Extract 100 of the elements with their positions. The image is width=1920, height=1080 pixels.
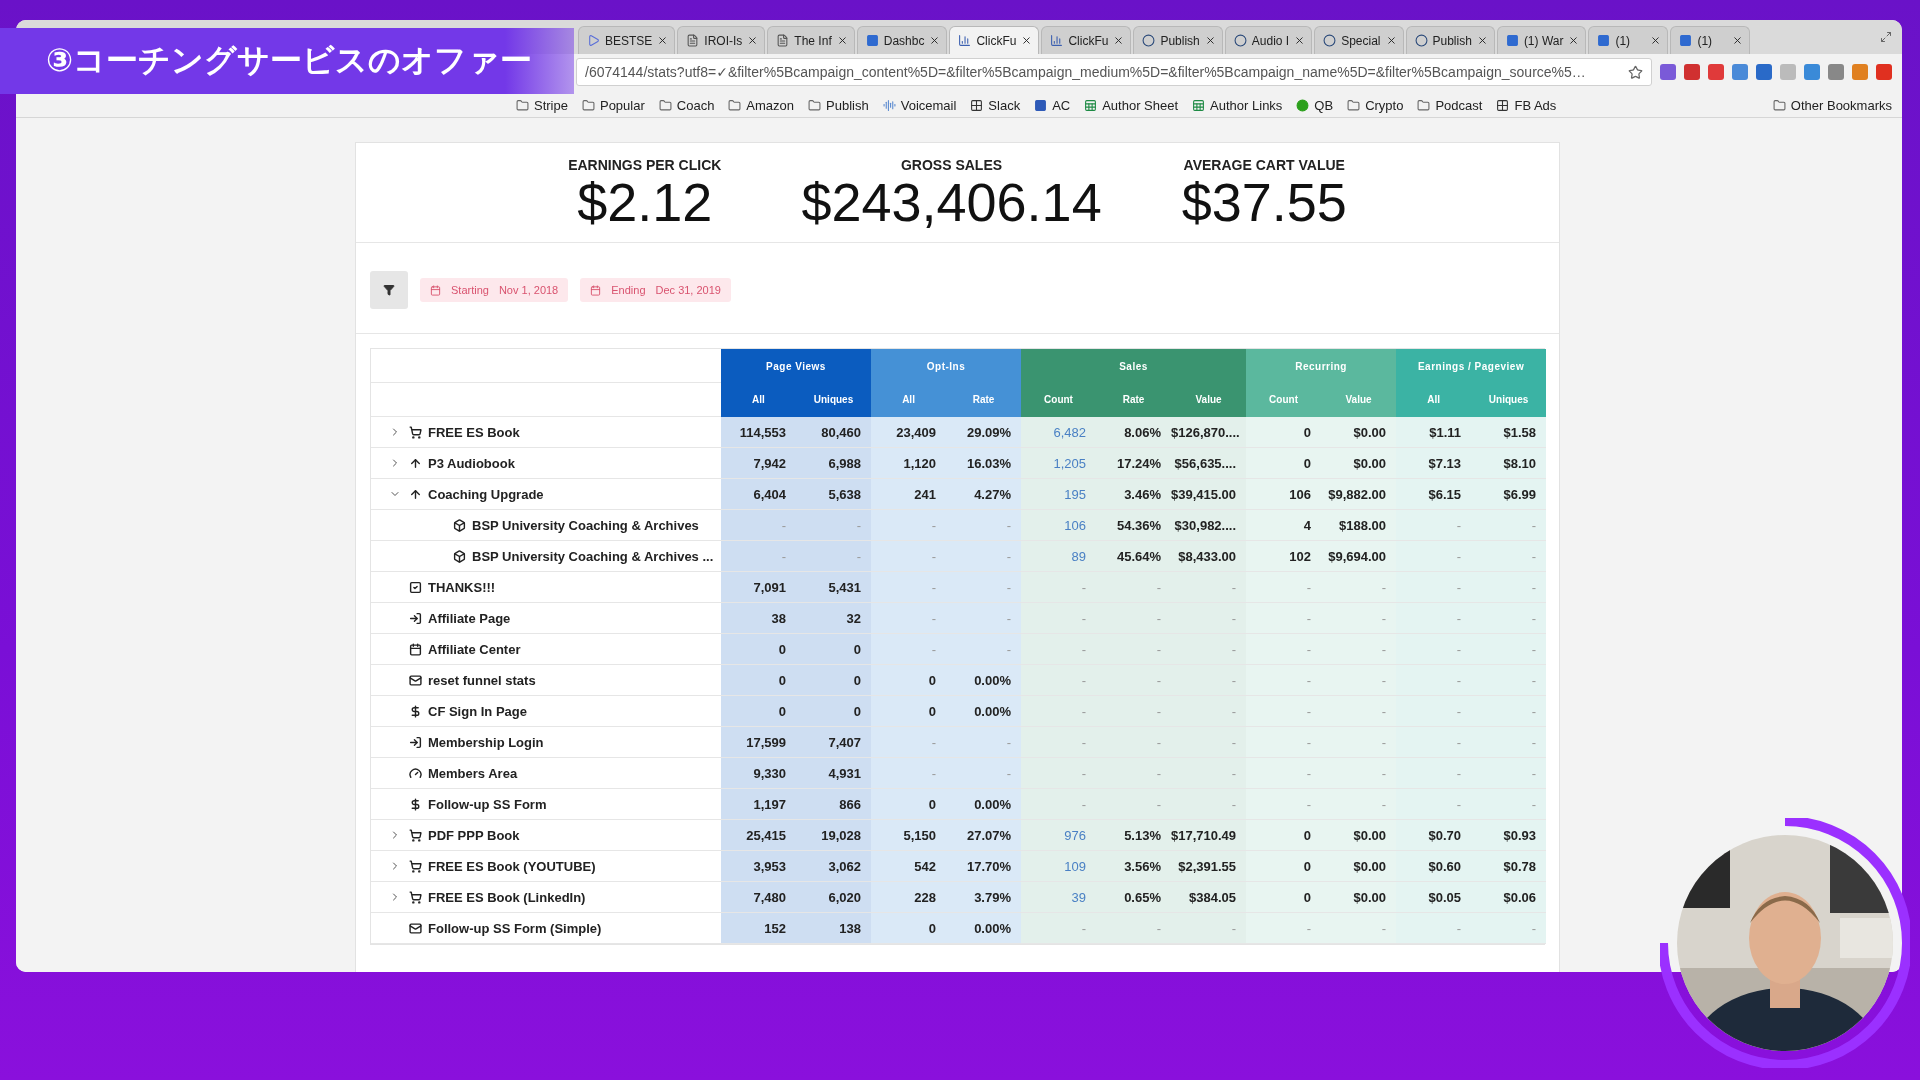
bookmark-item[interactable]: Popular	[581, 98, 645, 113]
close-icon[interactable]	[1113, 35, 1125, 46]
bookmark-item[interactable]: QB	[1296, 98, 1334, 113]
column-header[interactable]: Uniques	[796, 382, 871, 417]
browser-tab[interactable]: ClickFu	[1041, 26, 1132, 54]
browser-tab[interactable]: Audio I	[1224, 26, 1313, 54]
other-bookmarks[interactable]: Other Bookmarks	[1772, 98, 1892, 113]
funnel-step-name: reset funnel stats	[428, 672, 536, 688]
sign-in-icon	[409, 735, 422, 749]
table-cell: -	[1396, 664, 1472, 696]
table-cell: 23,409	[871, 416, 946, 448]
bookmark-item[interactable]: FB Ads	[1496, 98, 1557, 113]
table-cell: 0	[871, 664, 946, 696]
table-cell: 138	[796, 912, 871, 944]
close-icon[interactable]	[836, 35, 848, 46]
table-cell: -	[1321, 757, 1397, 789]
browser-tab[interactable]: (1)	[1588, 26, 1669, 54]
browser-tab[interactable]: (1)	[1670, 26, 1751, 54]
close-icon[interactable]	[747, 35, 759, 46]
bookmark-star-icon[interactable]	[1628, 64, 1643, 80]
dollar-icon	[409, 704, 422, 718]
table-cell: 25,415	[721, 819, 796, 851]
fullscreen-icon[interactable]	[1880, 31, 1892, 43]
bookmark-item[interactable]: Author Sheet	[1084, 98, 1179, 113]
table-cell: -	[1471, 726, 1547, 758]
bookmark-item[interactable]: Crypto	[1347, 98, 1404, 113]
arrow-up-icon	[409, 487, 422, 501]
column-group-header: Recurring	[1246, 349, 1397, 383]
close-icon[interactable]	[1568, 35, 1580, 46]
funnel-step-name: FREE ES Book (YOUTUBE)	[428, 858, 596, 874]
table-cell: 39	[1021, 881, 1096, 913]
column-header[interactable]: Count	[1021, 382, 1096, 417]
address-field[interactable]: /6074144/stats?utf8=✓&filter%5Bcampaign_content%5D=&filter%5Bcampaign_medium%5D=&filter%5Bcampaign_name%5D=&filter%5Bcampaign_source%5…	[576, 58, 1652, 86]
bookmark-item[interactable]: Stripe	[516, 98, 568, 113]
table-cell: 109	[1021, 850, 1096, 882]
calendar-icon	[430, 284, 441, 296]
column-header[interactable]: Rate	[1096, 382, 1171, 417]
bookmark-item[interactable]: Podcast	[1417, 98, 1483, 113]
dollar-icon	[409, 797, 422, 811]
table-cell: 38	[721, 602, 796, 634]
close-icon[interactable]	[1476, 35, 1488, 46]
column-header[interactable]: All	[721, 382, 796, 417]
close-icon[interactable]	[1204, 35, 1216, 46]
table-cell: -	[1096, 602, 1171, 634]
table-cell: $9,694.00	[1321, 540, 1397, 572]
close-icon[interactable]	[1732, 35, 1744, 46]
cart-icon	[409, 859, 422, 873]
folder-icon	[1347, 99, 1361, 112]
table-cell: 17.70%	[946, 850, 1021, 882]
bookmark-item[interactable]: Slack	[970, 98, 1021, 113]
browser-tab[interactable]: (1) War	[1496, 26, 1587, 54]
table-cell: -	[1246, 912, 1322, 944]
bookmark-item[interactable]: Amazon	[728, 98, 795, 113]
browser-tab[interactable]: Special	[1314, 26, 1404, 54]
close-icon[interactable]	[1385, 35, 1397, 46]
browser-tab[interactable]: IROI-Is	[677, 26, 766, 54]
table-cell: -	[1321, 912, 1397, 944]
browser-tab[interactable]: The Inf	[767, 26, 855, 54]
table-cell: $0.00	[1321, 881, 1397, 913]
table-cell: -	[721, 540, 796, 572]
bookmark-item[interactable]: Publish	[808, 98, 869, 113]
table-cell: -	[1471, 912, 1547, 944]
table-cell: 0	[796, 633, 871, 665]
table-cell: -	[1321, 571, 1397, 603]
bookmark-item[interactable]: AC	[1034, 98, 1071, 113]
table-cell: -	[796, 540, 871, 572]
close-icon[interactable]	[1650, 35, 1662, 46]
table-cell: $17,710.49	[1171, 819, 1247, 851]
table-cell: -	[1321, 664, 1397, 696]
bookmark-item[interactable]: Author Links	[1192, 98, 1283, 113]
browser-tab[interactable]: Publish	[1133, 26, 1223, 54]
table-cell: 152	[721, 912, 796, 944]
table-cell: -	[1171, 912, 1247, 944]
bookmark-item[interactable]: Coach	[658, 98, 715, 113]
browser-tab[interactable]: Dashbc	[856, 26, 948, 54]
close-icon[interactable]	[929, 35, 941, 46]
table-cell: $126,870....	[1171, 416, 1247, 448]
table-cell: $0.00	[1321, 416, 1397, 448]
filter-button[interactable]	[370, 271, 408, 310]
table-cell: -	[1396, 571, 1472, 603]
column-header[interactable]: Value	[1171, 382, 1247, 417]
browser-tab[interactable]: BESTSE	[578, 26, 676, 54]
browser-tab[interactable]: Publish	[1405, 26, 1495, 54]
folder-icon	[581, 99, 595, 112]
play-icon	[587, 34, 600, 47]
table-cell: $384.05	[1171, 881, 1247, 913]
browser-tab[interactable]: ClickFu	[949, 26, 1040, 54]
funnel-step-name: Follow-up SS Form (Simple)	[428, 920, 602, 936]
table-cell: 9,330	[721, 757, 796, 789]
close-icon[interactable]	[1021, 35, 1033, 46]
table-cell: -	[871, 633, 946, 665]
close-icon[interactable]	[657, 35, 669, 46]
close-icon[interactable]	[1294, 35, 1306, 46]
table-cell: -	[1396, 509, 1472, 541]
square-icon	[1034, 99, 1048, 112]
bookmark-item[interactable]: Voicemail	[882, 98, 957, 113]
table-cell: $0.00	[1321, 819, 1397, 851]
calendar-icon	[409, 642, 422, 656]
table-cell: $1.58	[1471, 416, 1547, 448]
table-cell: 29.09%	[946, 416, 1021, 448]
